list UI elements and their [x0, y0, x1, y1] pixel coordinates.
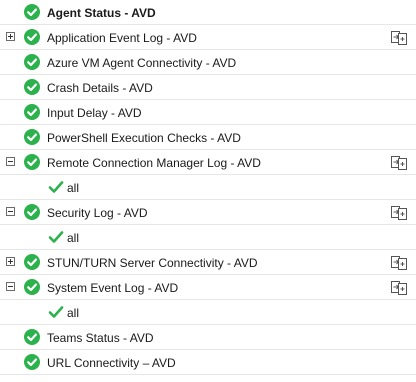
- check-circle-icon: [24, 104, 40, 120]
- check-circle-icon: [24, 354, 40, 370]
- tree-row-application-event-log[interactable]: Application Event Log - AVD: [0, 25, 416, 50]
- check-circle-icon: [24, 329, 40, 345]
- row-label: Application Event Log - AVD: [47, 31, 197, 45]
- check-circle-icon: [24, 54, 40, 70]
- tree-row-crash-details[interactable]: Crash Details - AVD: [0, 75, 416, 100]
- row-label: Remote Connection Manager Log - AVD: [47, 156, 261, 170]
- tree-child-row-all[interactable]: all: [0, 175, 416, 200]
- tree-row-remote-connection-manager-log[interactable]: Remote Connection Manager Log - AVD: [0, 150, 416, 175]
- export-icon[interactable]: [390, 203, 408, 221]
- tree-child-row-all[interactable]: all: [0, 225, 416, 250]
- check-circle-icon: [24, 129, 40, 145]
- tree-child-row-all[interactable]: all: [0, 300, 416, 325]
- row-label: Teams Status - AVD: [47, 331, 154, 345]
- export-icon[interactable]: [390, 28, 408, 46]
- checkmark-icon: [48, 230, 64, 247]
- tree-header-row[interactable]: Agent Status - AVD: [0, 0, 416, 25]
- collapse-minus-icon[interactable]: [6, 207, 15, 216]
- agent-status-tree: Agent Status - AVD Application Event Log…: [0, 0, 416, 375]
- row-label: all: [67, 306, 80, 320]
- export-icon[interactable]: [390, 278, 408, 296]
- check-circle-icon: [24, 154, 40, 170]
- tree-row-security-log[interactable]: Security Log - AVD: [0, 200, 416, 225]
- collapse-minus-icon[interactable]: [6, 157, 15, 166]
- expand-plus-icon[interactable]: [6, 32, 15, 41]
- row-label: PowerShell Execution Checks - AVD: [47, 131, 241, 145]
- row-label: Input Delay - AVD: [47, 106, 142, 120]
- tree-row-system-event-log[interactable]: System Event Log - AVD: [0, 275, 416, 300]
- check-circle-icon: [24, 29, 40, 45]
- expand-plus-icon[interactable]: [6, 257, 15, 266]
- export-icon[interactable]: [390, 253, 408, 271]
- tree-row-input-delay[interactable]: Input Delay - AVD: [0, 100, 416, 125]
- check-circle-icon: [24, 4, 40, 20]
- tree-row-url-connectivity[interactable]: URL Connectivity – AVD: [0, 350, 416, 375]
- check-circle-icon: [24, 254, 40, 270]
- row-label: URL Connectivity – AVD: [47, 356, 176, 370]
- check-circle-icon: [24, 204, 40, 220]
- row-label: all: [67, 231, 80, 245]
- row-label: all: [67, 181, 80, 195]
- header-label: Agent Status - AVD: [47, 6, 156, 20]
- row-label: Azure VM Agent Connectivity - AVD: [47, 56, 237, 70]
- tree-row-azure-vm-agent-connectivity[interactable]: Azure VM Agent Connectivity - AVD: [0, 50, 416, 75]
- tree-row-teams-status[interactable]: Teams Status - AVD: [0, 325, 416, 350]
- check-circle-icon: [24, 279, 40, 295]
- checkmark-icon: [48, 180, 64, 197]
- row-label: System Event Log - AVD: [47, 281, 179, 295]
- export-icon[interactable]: [390, 153, 408, 171]
- row-label: Security Log - AVD: [47, 206, 148, 220]
- row-label: STUN/TURN Server Connectivity - AVD: [47, 256, 258, 270]
- collapse-minus-icon[interactable]: [6, 282, 15, 291]
- row-label: Crash Details - AVD: [47, 81, 153, 95]
- checkmark-icon: [48, 305, 64, 322]
- tree-row-stun-turn-server-connectivity[interactable]: STUN/TURN Server Connectivity - AVD: [0, 250, 416, 275]
- check-circle-icon: [24, 79, 40, 95]
- tree-row-powershell-execution-checks[interactable]: PowerShell Execution Checks - AVD: [0, 125, 416, 150]
